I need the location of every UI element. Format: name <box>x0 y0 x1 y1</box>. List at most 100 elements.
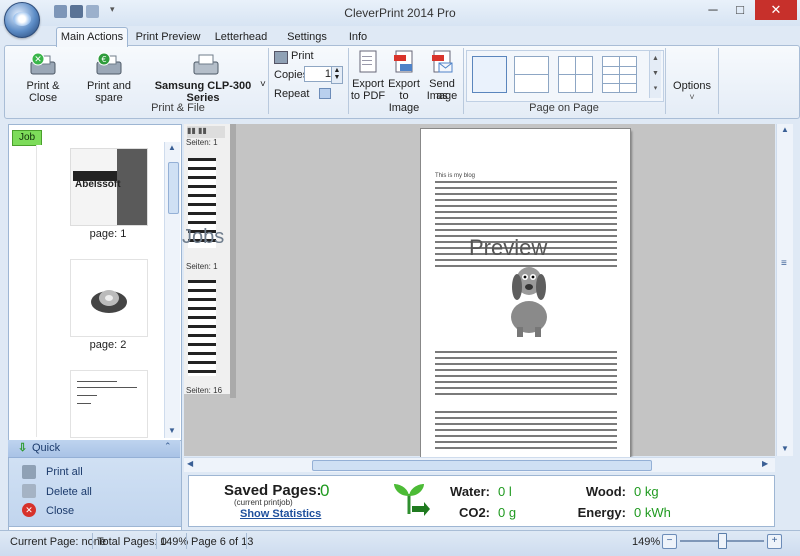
pdf-document-icon <box>359 50 377 73</box>
tab-main-actions[interactable]: Main Actions <box>56 27 128 47</box>
options-button[interactable]: Options ˅ <box>668 50 716 110</box>
quick-header-label: Quick <box>32 442 61 454</box>
seiten-label-2: Seiten: 1 <box>186 262 218 271</box>
page-heading: This is my blog <box>435 173 476 179</box>
page-text-block-2 <box>435 351 617 399</box>
ribbon-separator <box>463 48 464 114</box>
options-dropdown-icon: ˅ <box>689 92 695 102</box>
print-all-icon <box>22 465 36 479</box>
close-window-button[interactable]: ✕ <box>755 0 797 20</box>
zoom-slider-thumb[interactable] <box>718 533 727 549</box>
wood-label: Wood: <box>585 484 626 499</box>
app-logo-icon <box>13 12 31 26</box>
printer-spare-icon: € <box>96 52 122 75</box>
preview-horizontal-scrollbar[interactable]: ◀ ▶ <box>184 457 775 472</box>
export-to-image-button[interactable]: Export to Image <box>388 50 420 114</box>
quick-close[interactable]: Close <box>46 505 74 517</box>
status-zoom-percent: 149% <box>160 536 189 548</box>
export-to-pdf-button[interactable]: Export to PDF <box>351 50 385 102</box>
tab-letterhead[interactable]: Letterhead <box>208 27 274 46</box>
thumbnail-logo-text: Abelssoft <box>75 179 121 190</box>
current-printjob-note: (current printjob) <box>234 498 293 507</box>
layout-1-page-option[interactable] <box>472 56 507 93</box>
send-image-icon <box>432 50 453 73</box>
thumbnail-caption-2: page: 2 <box>89 339 127 351</box>
job-strip: ▮▮ ▮▮ Seiten: 1 Seiten: 1 Seiten: 16 <box>184 124 231 395</box>
send-as-image-button[interactable]: Send as Image <box>424 50 460 102</box>
print-and-spare-button[interactable]: € Print and spare <box>78 50 140 104</box>
send-image-line2: Image <box>426 90 458 102</box>
app-menu-orb[interactable] <box>4 2 40 38</box>
maximize-button[interactable]: □ <box>727 0 753 20</box>
page-text-block-3 <box>435 411 617 451</box>
copies-stepper[interactable]: ▲ ▼ <box>331 66 343 84</box>
quick-delete-all[interactable]: Delete all <box>46 486 92 498</box>
quick-print-all[interactable]: Print all <box>46 466 83 478</box>
preview-page: This is my blog Preview <box>421 129 630 458</box>
status-page-of: Page 6 of 13 <box>191 536 254 548</box>
tab-print-preview[interactable]: Print Preview <box>130 27 206 46</box>
export-image-line2: to Image <box>388 90 420 114</box>
svg-text:✕: ✕ <box>34 55 42 65</box>
printer-selector[interactable]: Samsung CLP-300 Series ˅ <box>144 50 268 104</box>
tab-info[interactable]: Info <box>340 27 376 46</box>
page-thumbnail-2[interactable] <box>70 259 148 337</box>
show-statistics-link[interactable]: Show Statistics <box>240 508 321 520</box>
gallery-scroll-buttons[interactable]: ▲ ▼ ▾ <box>649 51 661 98</box>
thumbnail-scrollbar[interactable]: ▲ ▼ <box>164 142 180 438</box>
layout-4-page-option[interactable] <box>558 56 593 93</box>
group-label-page-on-page: Page on Page <box>529 102 599 114</box>
export-image-line1: Export <box>388 78 420 90</box>
tab-settings[interactable]: Settings <box>276 27 338 46</box>
preview-vertical-scrollbar[interactable]: ▲ ≡ ▼ <box>776 124 793 456</box>
copies-input[interactable]: 1 <box>304 66 334 82</box>
zoom-level-label: 149% <box>632 536 661 548</box>
status-separator <box>246 533 247 549</box>
status-separator <box>92 533 93 549</box>
job-tab[interactable]: Job <box>12 130 42 146</box>
printer-icon <box>193 54 219 75</box>
print-label: Print <box>291 50 314 62</box>
quick-arrow-icon: ⇩ <box>18 442 28 454</box>
zoom-out-button[interactable]: − <box>662 534 677 549</box>
co2-value: 0 g <box>498 505 517 520</box>
quick-panel-header[interactable]: ⇩ Quick ⌃ <box>8 440 180 458</box>
thumbnail-caption-1: page: 1 <box>89 228 127 240</box>
print-close-button[interactable]: ✕ Print & Close <box>12 50 74 104</box>
window-title: CleverPrint 2014 Pro <box>344 6 456 20</box>
minimize-button[interactable]: ─ <box>700 0 726 20</box>
energy-label: Energy: <box>577 505 626 520</box>
thumbnail-disc-icon <box>91 290 127 313</box>
svg-text:€: € <box>101 55 106 64</box>
water-value: 0 l <box>498 484 512 499</box>
printer-close-icon: ✕ <box>30 52 56 75</box>
group-label-print-file: Print & File <box>151 102 205 114</box>
saved-pages-label: Saved Pages: <box>224 482 322 499</box>
page-thumbnail-3[interactable] <box>70 370 148 438</box>
layout-2-page-option[interactable] <box>514 56 549 93</box>
print-button[interactable]: Print <box>274 50 334 64</box>
seiten-label-1: Seiten: 1 <box>186 138 218 147</box>
quick-collapse-icon[interactable]: ⌃ <box>164 441 172 452</box>
jobs-background-label: Jobs <box>182 226 225 248</box>
eco-leaf-icon <box>394 484 430 516</box>
print-small-icon <box>274 51 288 64</box>
page-thumbnail-1[interactable]: Abelssoft <box>70 148 148 226</box>
ribbon-separator <box>718 48 719 114</box>
energy-value: 0 kWh <box>634 505 671 520</box>
close-icon: ✕ <box>22 503 36 517</box>
repeat-toggle[interactable] <box>319 88 331 99</box>
wood-value: 0 kg <box>634 484 659 499</box>
job-strip-shadow <box>230 124 236 398</box>
repeat-label: Repeat <box>274 88 310 100</box>
zoom-in-button[interactable]: + <box>767 534 782 549</box>
printer-dropdown-icon: ˅ <box>260 79 266 90</box>
scroll-corner <box>776 457 792 472</box>
saved-pages-value: 0 <box>320 481 330 500</box>
layout-8-page-option[interactable] <box>602 56 637 93</box>
status-separator <box>186 533 187 549</box>
status-separator <box>156 533 157 549</box>
water-label: Water: <box>450 484 490 499</box>
mascot-dog-icon <box>511 267 547 337</box>
seiten-label-3: Seiten: 16 <box>186 386 223 395</box>
